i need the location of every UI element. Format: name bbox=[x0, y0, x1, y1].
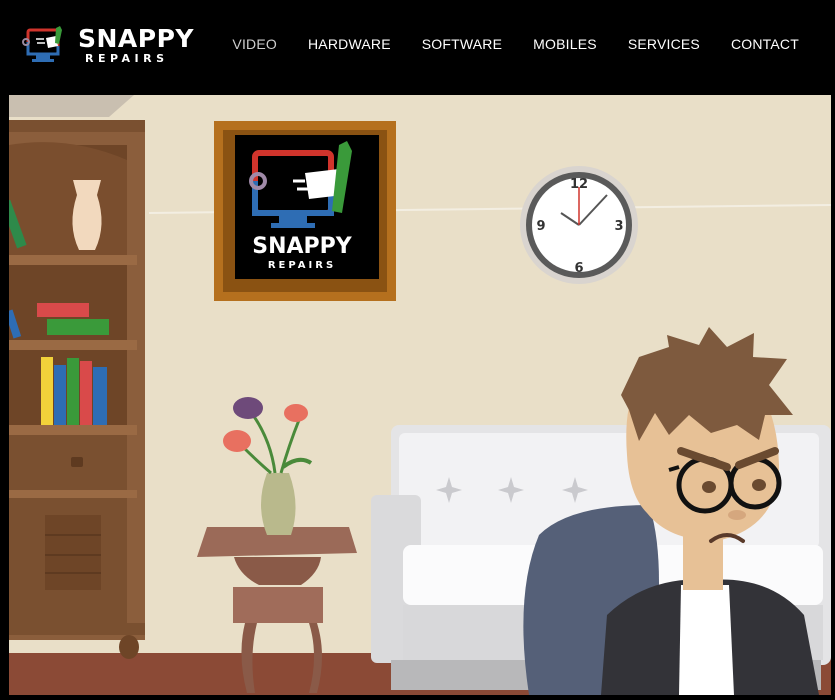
nav-services[interactable]: SERVICES bbox=[628, 36, 700, 52]
nav-hardware[interactable]: HARDWARE bbox=[308, 36, 391, 52]
wall-clock: 12 3 6 9 bbox=[520, 166, 638, 284]
nav-mobiles[interactable]: MOBILES bbox=[533, 36, 597, 52]
nav-contact[interactable]: CONTACT bbox=[731, 36, 799, 52]
clock-num-9: 9 bbox=[536, 219, 545, 234]
animated-scene: SNAPPY REPAIRS 12 3 6 9 bbox=[9, 95, 831, 695]
page-bottom-edge bbox=[0, 695, 835, 700]
logo-monitor-icon bbox=[22, 26, 62, 62]
clock-num-6: 6 bbox=[574, 261, 583, 276]
site-header: SNAPPY REPAIRS VIDEO HARDWARE SOFTWARE M… bbox=[0, 0, 835, 95]
brand-tagline: REPAIRS bbox=[85, 52, 169, 65]
video-poster[interactable]: SNAPPY REPAIRS 12 3 6 9 bbox=[9, 95, 831, 695]
clock-num-3: 3 bbox=[614, 219, 623, 234]
nav-software[interactable]: SOFTWARE bbox=[422, 36, 502, 52]
main-nav: VIDEO HARDWARE SOFTWARE MOBILES SERVICES… bbox=[232, 36, 799, 52]
nav-video[interactable]: VIDEO bbox=[232, 36, 277, 52]
bookshelf bbox=[9, 120, 145, 659]
framed-logo-picture: SNAPPY REPAIRS bbox=[214, 121, 396, 301]
framed-logo-tagline: REPAIRS bbox=[268, 260, 336, 271]
framed-logo-name: SNAPPY bbox=[252, 234, 353, 259]
brand-name: SNAPPY bbox=[78, 24, 195, 53]
brand-logo[interactable]: SNAPPY REPAIRS bbox=[22, 24, 194, 70]
